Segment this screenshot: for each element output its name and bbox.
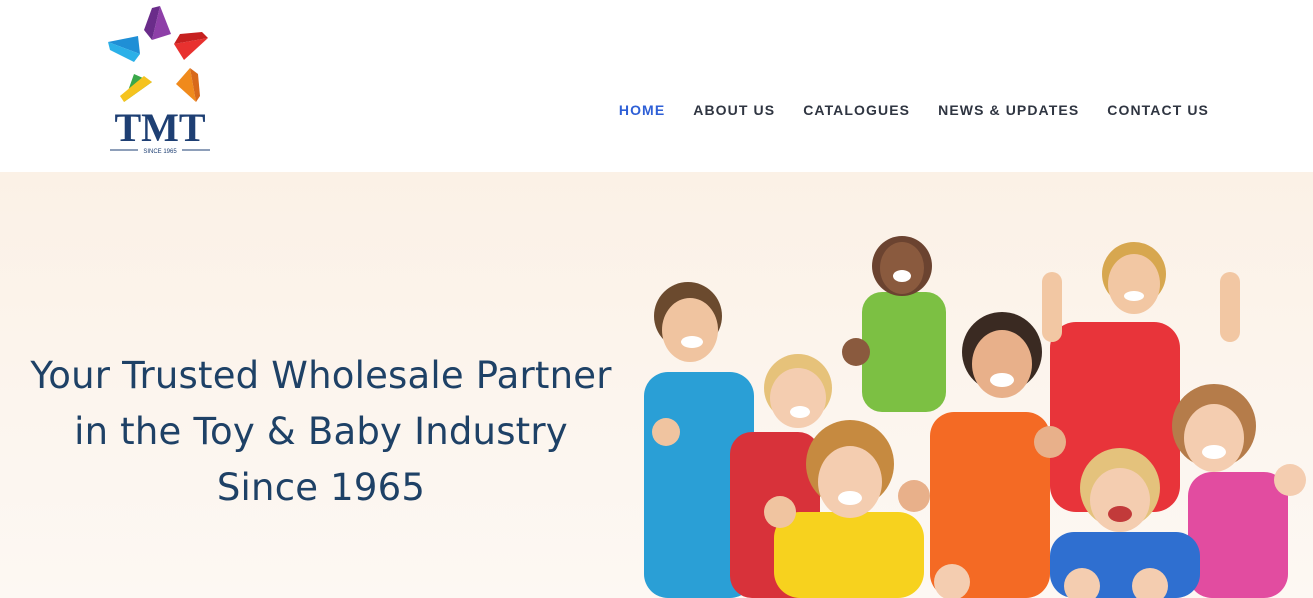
nav-news-updates[interactable]: NEWS & UPDATES [938,100,1079,120]
hero-banner: Your Trusted Wholesale Partner in the To… [0,172,1313,598]
kids-thumbs-up-image [630,212,1313,598]
nav-about-us[interactable]: ABOUT US [693,100,775,120]
nav-contact-us[interactable]: CONTACT US [1107,100,1209,120]
nav-home[interactable]: HOME [619,100,665,120]
star-logo-icon: TMT SINCE 1965 [108,6,210,155]
site-header: TMT SINCE 1965 HOME ABOUT US CATALOGUES … [0,0,1313,172]
main-navigation: HOME ABOUT US CATALOGUES NEWS & UPDATES … [619,100,1209,120]
nav-catalogues[interactable]: CATALOGUES [803,100,910,120]
hero-line-1: Your Trusted Wholesale Partner [30,354,612,397]
hero-headline: Your Trusted Wholesale Partner in the To… [0,348,642,516]
hero-line-2: in the Toy & Baby Industry [74,410,568,453]
logo-tagline: SINCE 1965 [143,149,177,155]
logo-text: TMT [114,105,205,150]
hero-line-3: Since 1965 [216,466,426,509]
brand-logo[interactable]: TMT SINCE 1965 [104,4,216,156]
